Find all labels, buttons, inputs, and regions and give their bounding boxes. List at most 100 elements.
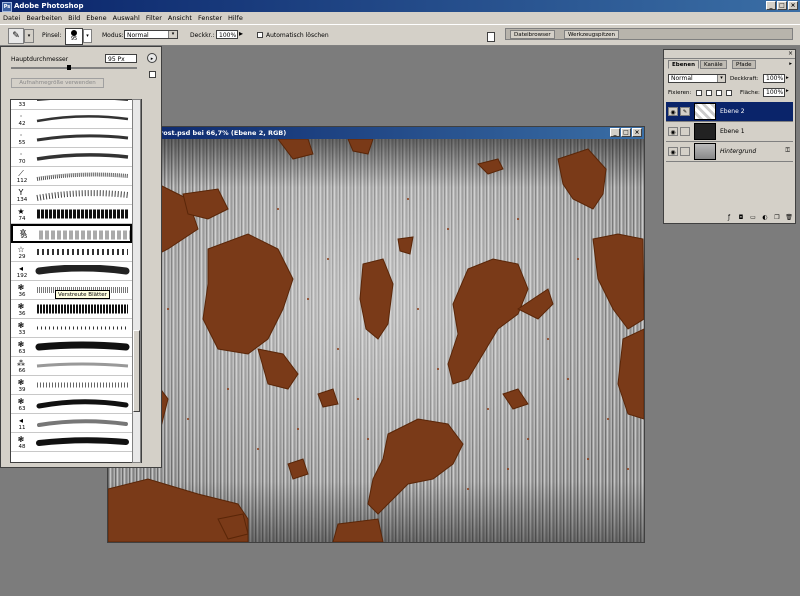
menu-auswahl[interactable]: Auswahl	[110, 14, 143, 22]
close-icon[interactable]: ×	[788, 1, 798, 10]
lock-transparency-icon[interactable]	[696, 90, 702, 96]
layer-opacity-label: Deckkraft:	[730, 76, 759, 82]
opacity-field[interactable]: 100%	[216, 30, 238, 39]
menu-fenster[interactable]: Fenster	[195, 14, 225, 22]
layer-thumbnail	[694, 143, 716, 160]
paintbrush-icon[interactable]: ✎	[680, 107, 690, 116]
slider-knob[interactable]	[67, 65, 71, 70]
mode-select[interactable]: Normal ▾	[124, 30, 178, 39]
layer-mask-icon[interactable]: ◘	[737, 214, 745, 221]
brush-tool-icon[interactable]: ✎	[8, 28, 24, 44]
eye-icon[interactable]: ◉	[668, 147, 678, 156]
brush-label: Pinsel:	[42, 32, 62, 39]
link-slot-icon[interactable]	[680, 127, 690, 136]
chevron-down-icon: ▾	[717, 75, 725, 82]
brush-list-scrollbar[interactable]	[132, 99, 141, 463]
tab-werkzeugspitzen[interactable]: Werkzeugspitzen	[564, 30, 619, 39]
maximize-icon[interactable]: □	[777, 1, 787, 10]
fill-field[interactable]: 100%	[763, 88, 785, 97]
eye-icon[interactable]: ◉	[668, 107, 678, 116]
brush-stroke-preview	[37, 419, 128, 427]
opacity-arrow-icon[interactable]: ▸	[239, 29, 243, 38]
diameter-field[interactable]: 95 Px	[105, 54, 137, 63]
diameter-slider[interactable]	[11, 65, 137, 70]
panel-menu-arrow-icon[interactable]: ▸	[147, 53, 157, 63]
brush-item[interactable]: ❃ 48	[11, 433, 132, 452]
tab-dateibrowser[interactable]: Dateibrowser	[510, 30, 555, 39]
brush-item[interactable]: ❃ 33	[11, 319, 132, 338]
brush-item[interactable]: ⁂ 66	[11, 357, 132, 376]
resize-handle-icon[interactable]	[149, 71, 156, 78]
menu-ebene[interactable]: Ebene	[83, 14, 109, 22]
brush-item[interactable]: ❃ 63	[11, 395, 132, 414]
brush-item[interactable]: ★ 74	[11, 205, 132, 224]
brush-size-label: 74	[18, 216, 26, 222]
lock-position-icon[interactable]	[716, 90, 722, 96]
lock-pixels-icon[interactable]	[706, 90, 712, 96]
brush-size-label: 112	[16, 178, 28, 184]
tab-pfade[interactable]: Pfade	[732, 60, 756, 69]
panel-menu-arrow-icon[interactable]: ▸	[789, 61, 792, 67]
layer-opacity-field[interactable]: 100%	[763, 74, 785, 83]
layer-row-ebene-2[interactable]: ◉ ✎ Ebene 2	[666, 102, 793, 122]
layer-row-ebene-1[interactable]: ◉ Ebene 1	[666, 122, 793, 142]
brush-item[interactable]: · 55	[11, 129, 132, 148]
brush-item[interactable]: · 42	[11, 110, 132, 129]
tab-kanaele[interactable]: Kanäle	[700, 60, 727, 69]
auto-erase-checkbox[interactable]	[257, 32, 263, 38]
brush-item-selected[interactable]: ✲ 95	[11, 224, 132, 243]
image-canvas[interactable]	[108, 139, 644, 542]
menu-ansicht[interactable]: Ansicht	[165, 14, 195, 22]
brush-stroke-preview	[36, 172, 129, 181]
trash-icon[interactable]: 🗑	[785, 214, 793, 221]
brush-size-label: 33	[18, 330, 26, 336]
brush-item[interactable]: ❃ 39	[11, 376, 132, 395]
layer-style-icon[interactable]: ƒ	[725, 214, 733, 221]
brush-tip-icon: ◂	[18, 416, 23, 425]
menu-filter[interactable]: Filter	[143, 14, 165, 22]
brush-tip-icon: ⟋	[18, 169, 24, 178]
palette-well: Dateibrowser Werkzeugspitzen	[505, 28, 793, 40]
brush-item[interactable]: · 70	[11, 148, 132, 167]
menu-bild[interactable]: Bild	[65, 14, 83, 22]
brush-item[interactable]: ❃ 63	[11, 338, 132, 357]
brush-item[interactable]: ❃ 36	[11, 300, 132, 319]
panel-close-icon[interactable]: ×	[788, 50, 793, 57]
new-set-icon[interactable]: ▭	[749, 214, 757, 221]
eye-icon[interactable]: ◉	[668, 127, 678, 136]
tool-preset-arrow-icon[interactable]: ▾	[24, 29, 34, 43]
minimize-icon[interactable]: _	[766, 1, 776, 10]
brush-list: 33 · 42 · 55 · 70 ⟋ 112 Y 134 ★ 74 ✲ 95 …	[10, 99, 142, 463]
menu-datei[interactable]: Datei	[0, 14, 23, 22]
brush-size-label: 29	[18, 254, 26, 260]
brush-item[interactable]: 33	[11, 100, 132, 110]
app-title: Adobe Photoshop	[14, 2, 84, 10]
brush-preview[interactable]: 95	[65, 28, 83, 45]
doc-close-icon[interactable]: ×	[632, 128, 642, 137]
document-titlebar: rost.psd bei 66,7% (Ebene 2, RGB) _ □ ×	[108, 127, 644, 139]
brush-size-label: 42	[18, 121, 26, 127]
lock-all-icon[interactable]	[726, 90, 732, 96]
use-sample-size-button[interactable]: Aufnahmegröße verwenden	[11, 78, 104, 88]
opacity-arrow-icon[interactable]: ▸	[786, 75, 789, 81]
brush-item[interactable]: Y 134	[11, 186, 132, 205]
adjustment-layer-icon[interactable]: ◐	[761, 214, 769, 221]
document-icon[interactable]	[487, 32, 495, 42]
scrollbar-thumb[interactable]	[133, 330, 140, 412]
doc-maximize-icon[interactable]: □	[621, 128, 631, 137]
brush-picker-arrow-icon[interactable]: ▾	[83, 29, 92, 43]
tab-ebenen[interactable]: Ebenen	[668, 60, 699, 69]
menu-bearbeiten[interactable]: Bearbeiten	[23, 14, 65, 22]
menu-hilfe[interactable]: Hilfe	[225, 14, 246, 22]
new-layer-icon[interactable]: ❐	[773, 214, 781, 221]
layer-row-hintergrund[interactable]: ◉ Hintergrund ⚿	[666, 142, 793, 162]
brush-item[interactable]: ◂ 192	[11, 262, 132, 281]
doc-minimize-icon[interactable]: _	[610, 128, 620, 137]
fill-arrow-icon[interactable]: ▸	[786, 88, 789, 94]
brush-stroke-preview	[36, 190, 129, 201]
blend-mode-select[interactable]: Normal ▾	[668, 74, 726, 83]
brush-item[interactable]: ⟋ 112	[11, 167, 132, 186]
link-slot-icon[interactable]	[680, 147, 690, 156]
brush-item[interactable]: ◂ 11	[11, 414, 132, 433]
brush-item[interactable]: ☆ 29	[11, 243, 132, 262]
